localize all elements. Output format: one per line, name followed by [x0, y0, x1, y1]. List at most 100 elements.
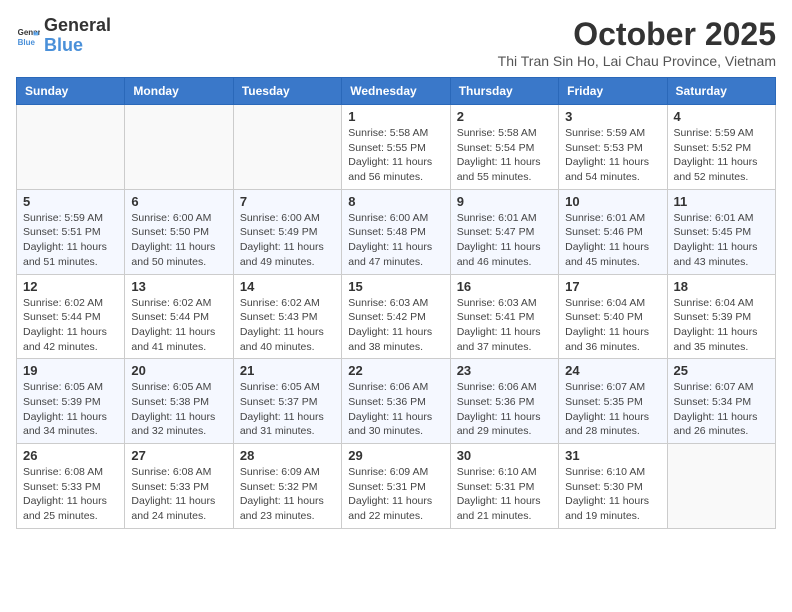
day-number: 8 [348, 194, 443, 209]
calendar-cell: 6 Sunrise: 6:00 AM Sunset: 5:50 PM Daylig… [125, 189, 233, 274]
page-header: General Blue General Blue October 2025 T… [16, 16, 776, 69]
day-number: 12 [23, 279, 118, 294]
calendar-cell: 16Sunrise: 6:03 AM Sunset: 5:41 PM Dayli… [450, 274, 558, 359]
day-number: 25 [674, 363, 769, 378]
calendar-cell [17, 105, 125, 190]
calendar-cell [233, 105, 341, 190]
day-info: Sunrise: 6:01 AM Sunset: 5:47 PM Dayligh… [457, 211, 552, 270]
day-info: Sunrise: 5:59 AM Sunset: 5:51 PM Dayligh… [23, 211, 118, 270]
day-info: Sunrise: 6:03 AM Sunset: 5:41 PM Dayligh… [457, 296, 552, 355]
weekday-header-saturday: Saturday [667, 78, 775, 105]
calendar-cell [667, 444, 775, 529]
day-info: Sunrise: 6:09 AM Sunset: 5:32 PM Dayligh… [240, 465, 335, 524]
calendar-cell: 3 Sunrise: 5:59 AM Sunset: 5:53 PM Daylig… [559, 105, 667, 190]
calendar-cell: 7Sunrise: 6:00 AM Sunset: 5:49 PM Daylig… [233, 189, 341, 274]
day-info: Sunrise: 5:59 AM Sunset: 5:52 PM Dayligh… [674, 126, 769, 185]
logo: General Blue General Blue [16, 16, 111, 56]
day-info: Sunrise: 6:05 AM Sunset: 5:37 PM Dayligh… [240, 380, 335, 439]
day-number: 14 [240, 279, 335, 294]
calendar-cell: 21 Sunrise: 6:05 AM Sunset: 5:37 PM Dayli… [233, 359, 341, 444]
day-info: Sunrise: 6:07 AM Sunset: 5:34 PM Dayligh… [674, 380, 769, 439]
day-info: Sunrise: 6:08 AM Sunset: 5:33 PM Dayligh… [23, 465, 118, 524]
weekday-header-row: SundayMondayTuesdayWednesdayThursdayFrid… [17, 78, 776, 105]
day-info: Sunrise: 5:58 AM Sunset: 5:55 PM Dayligh… [348, 126, 443, 185]
calendar-cell: 1Sunrise: 5:58 AM Sunset: 5:55 PM Daylig… [342, 105, 450, 190]
day-number: 9 [457, 194, 552, 209]
day-info: Sunrise: 6:00 AM Sunset: 5:48 PM Dayligh… [348, 211, 443, 270]
calendar-cell: 26Sunrise: 6:08 AM Sunset: 5:33 PM Dayli… [17, 444, 125, 529]
weekday-header-friday: Friday [559, 78, 667, 105]
title-block: October 2025 Thi Tran Sin Ho, Lai Chau P… [498, 16, 776, 69]
location-subtitle: Thi Tran Sin Ho, Lai Chau Province, Viet… [498, 53, 776, 69]
day-number: 17 [565, 279, 660, 294]
day-info: Sunrise: 6:02 AM Sunset: 5:43 PM Dayligh… [240, 296, 335, 355]
calendar-cell: 27 Sunrise: 6:08 AM Sunset: 5:33 PM Dayli… [125, 444, 233, 529]
day-number: 21 [240, 363, 335, 378]
day-info: Sunrise: 6:08 AM Sunset: 5:33 PM Dayligh… [131, 465, 226, 524]
day-number: 13 [131, 279, 226, 294]
calendar-cell: 19 Sunrise: 6:05 AM Sunset: 5:39 PM Dayli… [17, 359, 125, 444]
day-info: Sunrise: 6:05 AM Sunset: 5:39 PM Dayligh… [23, 380, 118, 439]
calendar-cell: 11Sunrise: 6:01 AM Sunset: 5:45 PM Dayli… [667, 189, 775, 274]
day-info: Sunrise: 6:04 AM Sunset: 5:39 PM Dayligh… [674, 296, 769, 355]
calendar-cell [125, 105, 233, 190]
calendar-cell: 30 Sunrise: 6:10 AM Sunset: 5:31 PM Dayli… [450, 444, 558, 529]
weekday-header-thursday: Thursday [450, 78, 558, 105]
day-number: 10 [565, 194, 660, 209]
day-info: Sunrise: 6:01 AM Sunset: 5:45 PM Dayligh… [674, 211, 769, 270]
day-number: 18 [674, 279, 769, 294]
calendar-cell: 4 Sunrise: 5:59 AM Sunset: 5:52 PM Daylig… [667, 105, 775, 190]
day-number: 19 [23, 363, 118, 378]
day-number: 30 [457, 448, 552, 463]
day-number: 23 [457, 363, 552, 378]
day-info: Sunrise: 6:06 AM Sunset: 5:36 PM Dayligh… [457, 380, 552, 439]
calendar-week-3: 12 Sunrise: 6:02 AM Sunset: 5:44 PM Dayli… [17, 274, 776, 359]
day-info: Sunrise: 5:58 AM Sunset: 5:54 PM Dayligh… [457, 126, 552, 185]
calendar-cell: 13 Sunrise: 6:02 AM Sunset: 5:44 PM Dayli… [125, 274, 233, 359]
calendar-cell: 5 Sunrise: 5:59 AM Sunset: 5:51 PM Daylig… [17, 189, 125, 274]
day-number: 22 [348, 363, 443, 378]
calendar-cell: 28 Sunrise: 6:09 AM Sunset: 5:32 PM Dayli… [233, 444, 341, 529]
calendar-cell: 9 Sunrise: 6:01 AM Sunset: 5:47 PM Daylig… [450, 189, 558, 274]
day-number: 24 [565, 363, 660, 378]
day-info: Sunrise: 6:05 AM Sunset: 5:38 PM Dayligh… [131, 380, 226, 439]
day-number: 31 [565, 448, 660, 463]
day-info: Sunrise: 6:04 AM Sunset: 5:40 PM Dayligh… [565, 296, 660, 355]
calendar-cell: 14 Sunrise: 6:02 AM Sunset: 5:43 PM Dayli… [233, 274, 341, 359]
calendar-cell: 29Sunrise: 6:09 AM Sunset: 5:31 PM Dayli… [342, 444, 450, 529]
weekday-header-tuesday: Tuesday [233, 78, 341, 105]
calendar-week-2: 5 Sunrise: 5:59 AM Sunset: 5:51 PM Daylig… [17, 189, 776, 274]
calendar-cell: 17 Sunrise: 6:04 AM Sunset: 5:40 PM Dayli… [559, 274, 667, 359]
day-number: 27 [131, 448, 226, 463]
calendar-week-1: 1Sunrise: 5:58 AM Sunset: 5:55 PM Daylig… [17, 105, 776, 190]
calendar-table: SundayMondayTuesdayWednesdayThursdayFrid… [16, 77, 776, 529]
weekday-header-sunday: Sunday [17, 78, 125, 105]
day-info: Sunrise: 6:10 AM Sunset: 5:31 PM Dayligh… [457, 465, 552, 524]
calendar-cell: 24Sunrise: 6:07 AM Sunset: 5:35 PM Dayli… [559, 359, 667, 444]
day-number: 20 [131, 363, 226, 378]
logo-general-text: General [44, 15, 111, 35]
calendar-cell: 12 Sunrise: 6:02 AM Sunset: 5:44 PM Dayli… [17, 274, 125, 359]
month-title: October 2025 [498, 16, 776, 53]
day-info: Sunrise: 6:09 AM Sunset: 5:31 PM Dayligh… [348, 465, 443, 524]
day-info: Sunrise: 6:02 AM Sunset: 5:44 PM Dayligh… [23, 296, 118, 355]
calendar-cell: 20 Sunrise: 6:05 AM Sunset: 5:38 PM Dayli… [125, 359, 233, 444]
day-number: 6 [131, 194, 226, 209]
calendar-cell: 18 Sunrise: 6:04 AM Sunset: 5:39 PM Dayli… [667, 274, 775, 359]
day-info: Sunrise: 6:01 AM Sunset: 5:46 PM Dayligh… [565, 211, 660, 270]
day-info: Sunrise: 6:00 AM Sunset: 5:50 PM Dayligh… [131, 211, 226, 270]
day-info: Sunrise: 6:02 AM Sunset: 5:44 PM Dayligh… [131, 296, 226, 355]
calendar-cell: 2 Sunrise: 5:58 AM Sunset: 5:54 PM Daylig… [450, 105, 558, 190]
day-number: 2 [457, 109, 552, 124]
logo-blue-text: Blue [44, 35, 83, 55]
calendar-cell: 10 Sunrise: 6:01 AM Sunset: 5:46 PM Dayli… [559, 189, 667, 274]
day-number: 28 [240, 448, 335, 463]
day-info: Sunrise: 6:03 AM Sunset: 5:42 PM Dayligh… [348, 296, 443, 355]
day-number: 5 [23, 194, 118, 209]
day-number: 3 [565, 109, 660, 124]
day-info: Sunrise: 6:10 AM Sunset: 5:30 PM Dayligh… [565, 465, 660, 524]
calendar-cell: 8 Sunrise: 6:00 AM Sunset: 5:48 PM Daylig… [342, 189, 450, 274]
day-info: Sunrise: 6:00 AM Sunset: 5:49 PM Dayligh… [240, 211, 335, 270]
day-number: 4 [674, 109, 769, 124]
day-info: Sunrise: 5:59 AM Sunset: 5:53 PM Dayligh… [565, 126, 660, 185]
